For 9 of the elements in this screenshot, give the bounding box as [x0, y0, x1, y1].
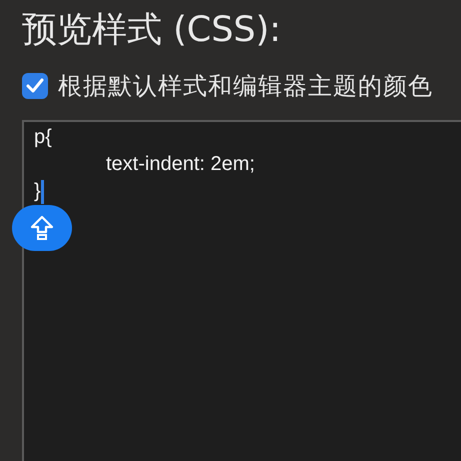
checkbox-label: 根据默认样式和编辑器主题的颜色 [58, 71, 433, 102]
css-editor[interactable]: p{ text-indent: 2em; } [22, 120, 461, 461]
code-line: } [34, 179, 41, 204]
caps-lock-icon [30, 215, 54, 241]
section-title: 预览样式 (CSS): [22, 9, 282, 52]
code-line: p{ [34, 125, 52, 150]
code-line: text-indent: 2em; [105, 152, 255, 177]
text-cursor [40, 180, 44, 204]
checkbox[interactable] [22, 73, 48, 99]
